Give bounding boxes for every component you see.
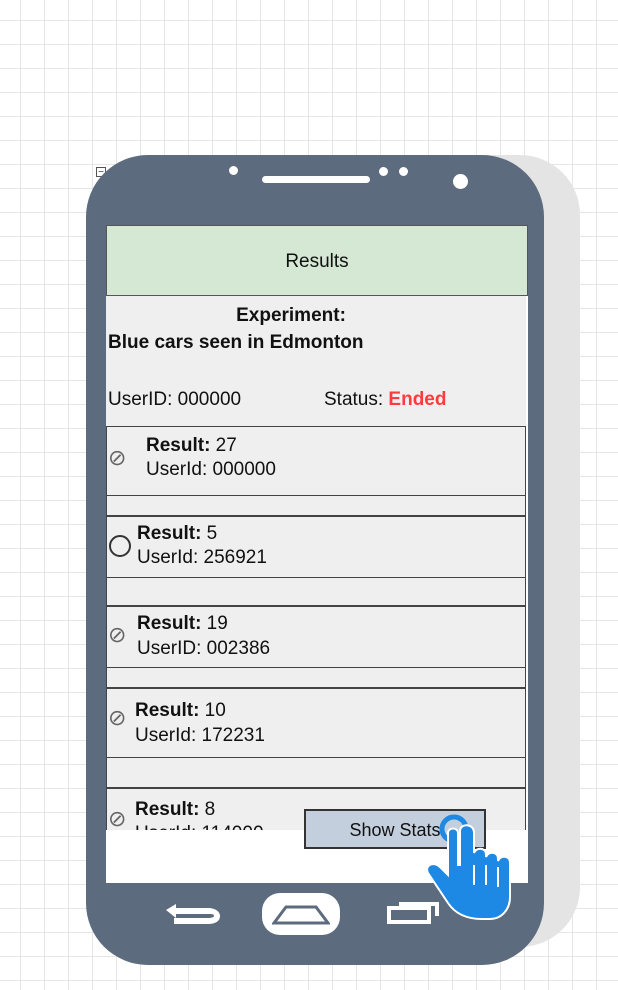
result-value: Result: 5: [137, 523, 218, 544]
sensor-dot: [379, 167, 388, 176]
sensor-dot: [229, 166, 238, 175]
status-label: Status:: [324, 389, 389, 410]
check-circle-icon: ⊘: [108, 806, 127, 831]
experiment-label: Experiment:: [236, 305, 346, 326]
check-circle-icon: ⊘: [108, 445, 127, 470]
experiment-status: Status: Ended: [324, 389, 446, 411]
sensor-dot: [399, 167, 408, 176]
result-userid: UserId: 000000: [146, 459, 276, 480]
status-badge: Ended: [388, 389, 447, 410]
result-value: Result: 10: [135, 700, 226, 721]
check-circle-icon: ⊘: [108, 622, 127, 647]
page-title: Results: [106, 225, 528, 296]
card-gap: [106, 758, 526, 788]
card-gap: [106, 668, 526, 688]
result-value: Result: 27: [146, 435, 237, 456]
result-userid: UserID: 002386: [137, 638, 271, 659]
result-userid: UserId: 172231: [135, 725, 265, 746]
card-gap: [106, 578, 526, 606]
experiment-name: Blue cars seen in Edmonton: [108, 332, 364, 353]
card-gap: [106, 496, 526, 516]
result-value: Result: 19: [137, 613, 228, 634]
empty-circle-icon[interactable]: [109, 535, 131, 557]
result-value: Result: 8: [135, 799, 216, 820]
result-userid: UserId: 256921: [137, 547, 267, 568]
front-camera: [453, 174, 468, 189]
result-card[interactable]: [106, 688, 526, 758]
check-circle-icon: ⊘: [108, 705, 127, 730]
speaker-grille: [262, 176, 370, 183]
back-arrow-icon[interactable]: [162, 902, 222, 926]
phone-screen: Results Experiment: Blue cars seen in Ed…: [106, 225, 528, 883]
experiment-userid: UserID: 000000: [108, 389, 242, 410]
recent-apps-icon[interactable]: [385, 898, 443, 926]
home-icon: [272, 905, 330, 925]
